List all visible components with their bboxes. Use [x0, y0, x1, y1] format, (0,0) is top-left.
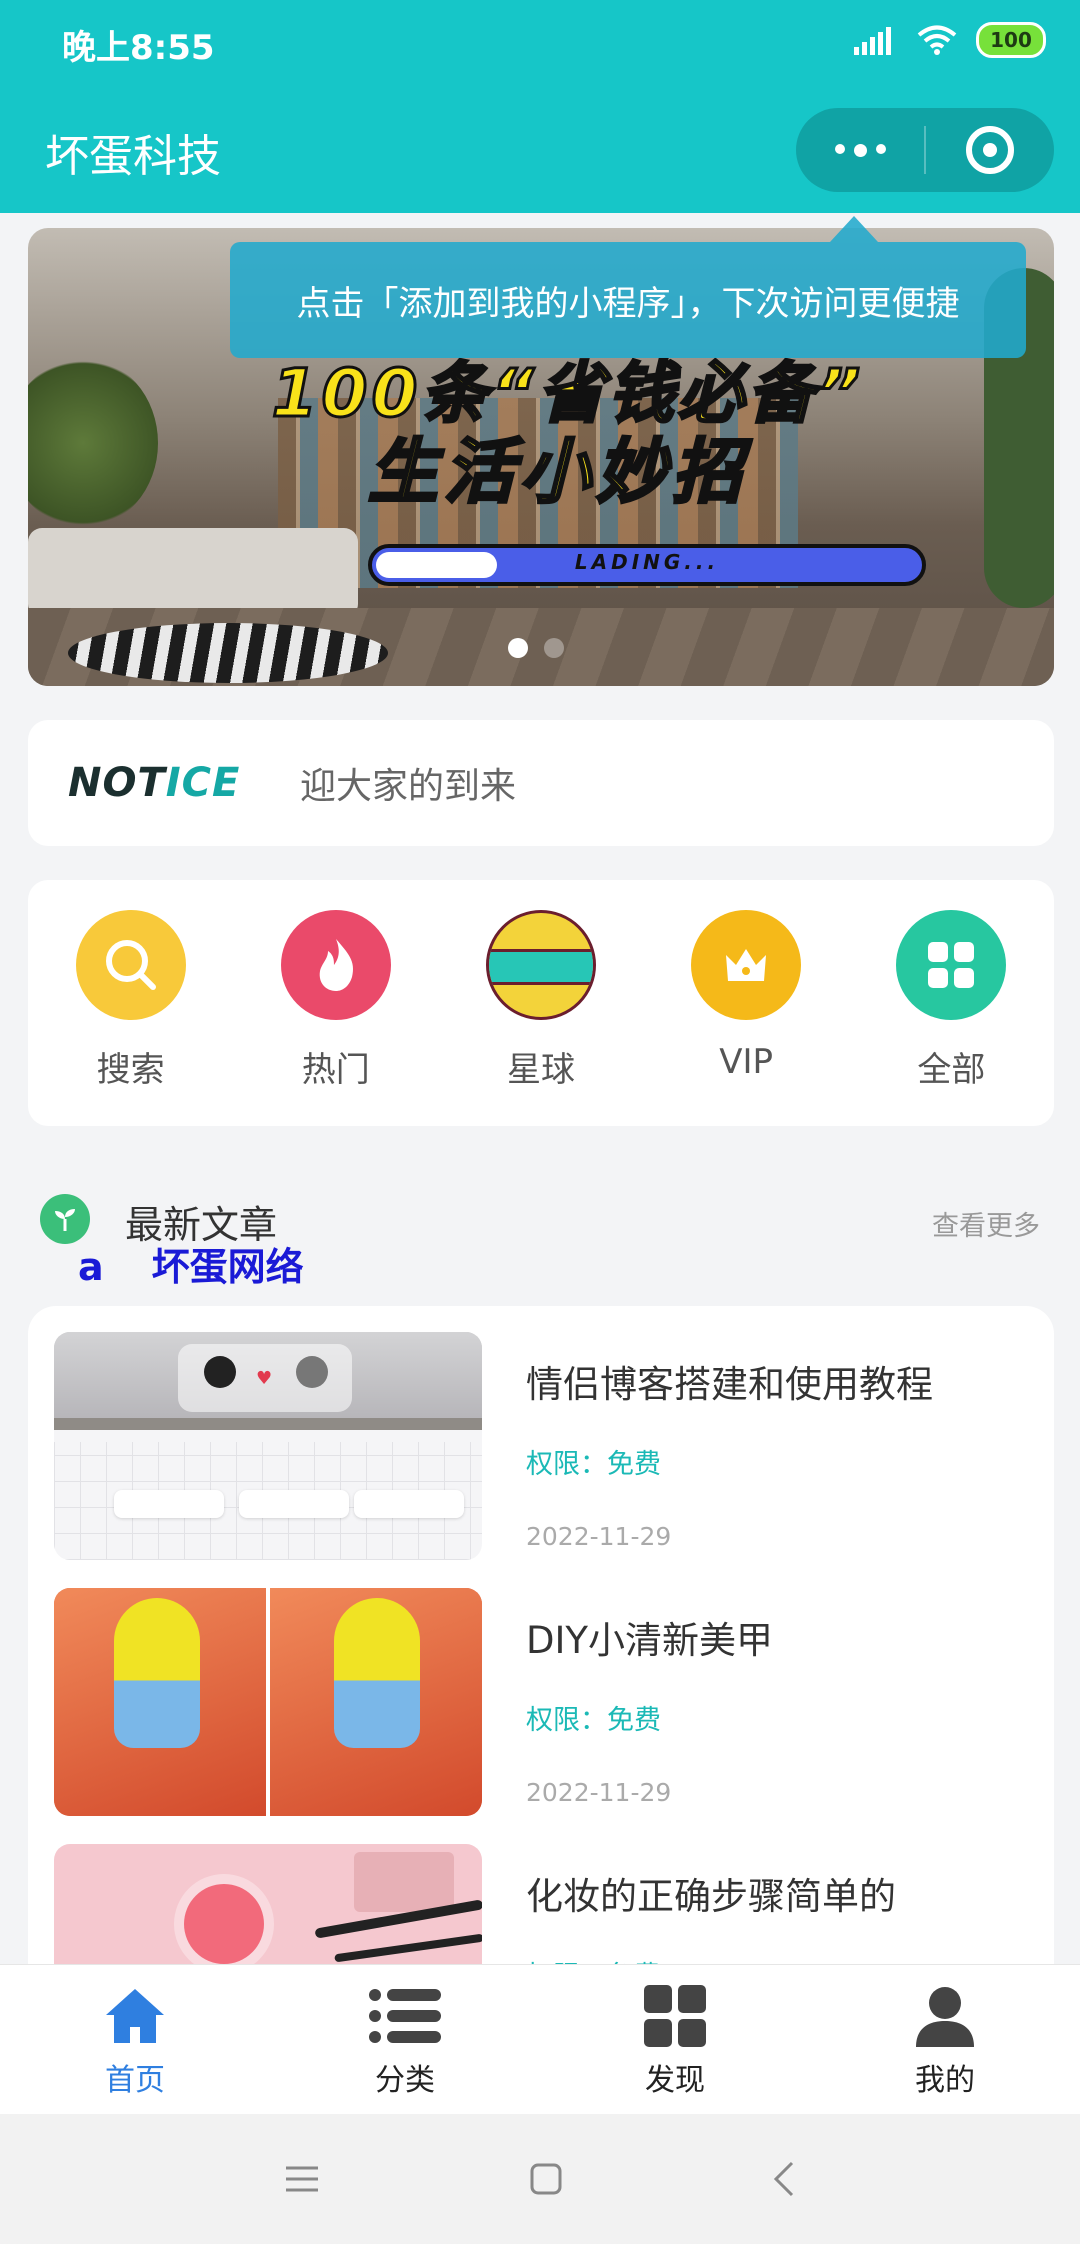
article-thumbnail	[54, 1844, 482, 1966]
article-thumbnail	[54, 1588, 482, 1816]
menu-label-search: 搜索	[96, 1050, 165, 1090]
menu-item-hot[interactable]: 热门	[256, 910, 416, 1091]
tab-mine[interactable]: 我的	[810, 1965, 1080, 2115]
article-item[interactable]: DIY小清新美甲 权限：免费 2022-11-29	[54, 1588, 1034, 1816]
mini-program-capsule	[796, 108, 1054, 192]
article-title: 情侣博客搭建和使用教程	[526, 1363, 933, 1406]
article-thumbnail: ♥	[54, 1332, 482, 1560]
watermark-a: a	[78, 1245, 104, 1289]
rug-decoration	[68, 623, 388, 683]
watermark-text: 坏蛋网络	[151, 1245, 304, 1289]
banner-loading-bar: LADING...	[368, 544, 926, 586]
quick-menu: 搜索 热门 星球 VIP 全部	[28, 880, 1054, 1126]
menu-label-vip: VIP	[719, 1042, 774, 1082]
article-item[interactable]: ♥ 情侣博客搭建和使用教程 权限：免费 2022-11-29	[54, 1332, 1034, 1560]
menu-label-all: 全部	[917, 1050, 986, 1090]
menu-item-all[interactable]: 全部	[871, 910, 1031, 1091]
user-icon	[916, 1987, 974, 2047]
carousel-dot[interactable]	[508, 638, 528, 658]
wifi-icon	[917, 25, 957, 55]
tab-discover[interactable]: 发现	[540, 1965, 810, 2115]
notice-logo-part1: NOT	[68, 760, 166, 806]
article-title: 化妆的正确步骤简单的	[526, 1875, 896, 1918]
status-icons: 100	[854, 22, 1046, 58]
search-icon	[75, 910, 186, 1020]
article-permission: 权限：免费	[526, 1449, 661, 1480]
article-item[interactable]: 化妆的正确步骤简单的 权限：免费	[54, 1844, 1034, 1966]
signal-icon	[854, 27, 891, 55]
article-permission: 权限：免费	[526, 1705, 661, 1736]
article-date: 2022-11-29	[526, 1522, 672, 1551]
view-more-link[interactable]: 查看更多	[932, 1204, 1040, 1243]
menu-label-planet: 星球	[506, 1050, 575, 1090]
carousel-dots	[508, 638, 564, 658]
tab-label-category: 分类	[375, 2063, 435, 2098]
more-dots-icon	[834, 143, 886, 157]
menu-item-vip[interactable]: VIP	[666, 910, 826, 1082]
grid-icon	[896, 910, 1007, 1020]
fire-icon	[280, 910, 391, 1020]
sofa-decoration	[28, 528, 358, 618]
notice-bar[interactable]: NOTICE 迎大家的到来	[28, 720, 1054, 846]
notice-logo-part2: ICE	[165, 760, 241, 806]
notice-logo: NOTICE	[68, 760, 268, 806]
crown-icon	[691, 910, 802, 1020]
menu-icon[interactable]	[284, 2164, 320, 2194]
system-nav-bar	[0, 2114, 1080, 2244]
menu-label-hot: 热门	[301, 1050, 370, 1090]
close-mini-program-button[interactable]	[926, 108, 1054, 192]
list-icon	[369, 1989, 441, 2043]
tab-label-discover: 发现	[645, 2063, 705, 2098]
menu-item-planet[interactable]: 星球	[461, 910, 621, 1091]
notice-text: 迎大家的到来	[300, 766, 517, 807]
tab-label-home: 首页	[105, 2063, 165, 2098]
grid-icon	[644, 1985, 706, 2047]
loading-text: LADING...	[574, 550, 720, 574]
article-date: 2022-11-29	[526, 1778, 672, 1807]
bottom-tab-bar: 首页 分类 发现 我的	[0, 1964, 1080, 2115]
more-button[interactable]	[796, 108, 924, 192]
page-title: 坏蛋科技	[45, 131, 221, 182]
banner-subheadline: 生活小妙招	[367, 430, 748, 515]
carousel-dot[interactable]	[544, 638, 564, 658]
tooltip-arrow	[830, 216, 878, 242]
article-list: ♥ 情侣博客搭建和使用教程 权限：免费 2022-11-29 DIY小清新美甲 …	[28, 1306, 1054, 1966]
menu-item-search[interactable]: 搜索	[51, 910, 211, 1091]
home-icon	[106, 1989, 164, 2043]
article-title: DIY小清新美甲	[526, 1619, 774, 1662]
battery-icon: 100	[976, 22, 1046, 58]
plant-decoration	[28, 358, 158, 528]
watermark: a 坏蛋网络	[78, 1236, 304, 1291]
back-icon[interactable]	[772, 2161, 796, 2197]
add-mini-program-tooltip: 点击「添加到我的小程序」，下次访问更便捷	[230, 242, 1026, 358]
tab-home[interactable]: 首页	[0, 1965, 270, 2115]
status-time: 晚上8:55	[62, 28, 215, 68]
home-square-icon[interactable]	[530, 2163, 562, 2195]
tab-category[interactable]: 分类	[270, 1965, 540, 2115]
target-icon	[966, 126, 1014, 174]
tab-label-mine: 我的	[915, 2063, 975, 2098]
planet-icon	[485, 910, 596, 1020]
